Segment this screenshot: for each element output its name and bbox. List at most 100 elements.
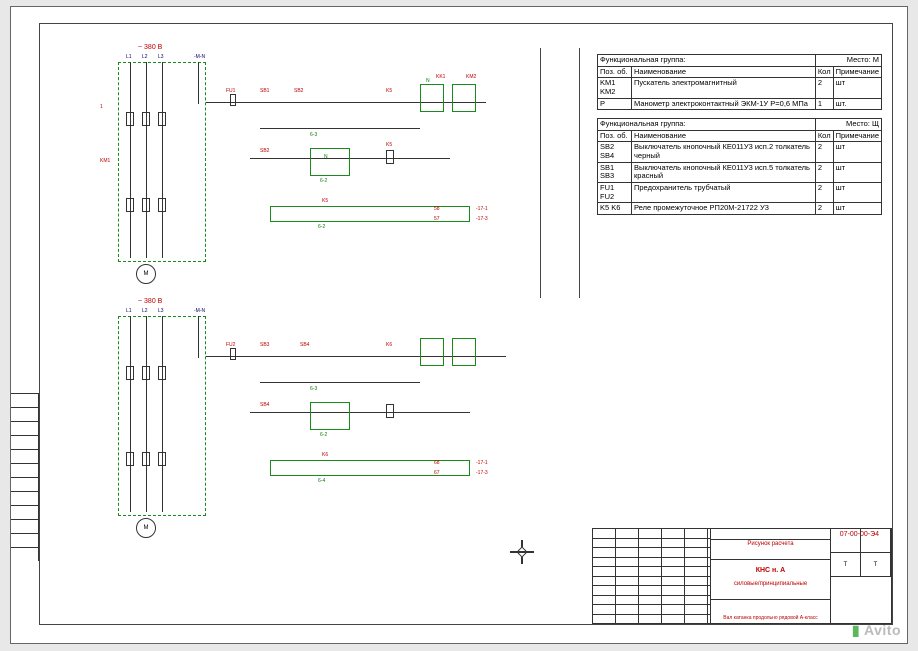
contactor-pole bbox=[158, 112, 166, 126]
title-line-2: КНС н. А bbox=[715, 567, 826, 574]
sheet-label: Т bbox=[861, 553, 891, 576]
sheet-label: Т bbox=[831, 553, 861, 576]
col-pos: Поз. об. bbox=[598, 130, 632, 142]
ref-label: -17-3 bbox=[476, 216, 488, 222]
contactor-pole bbox=[142, 452, 150, 466]
cell-note: шт bbox=[833, 142, 881, 162]
ref-label: N bbox=[426, 78, 430, 84]
ref-label: K6 bbox=[322, 452, 328, 458]
cell-qty: 2 bbox=[815, 203, 833, 215]
phase-line bbox=[146, 62, 147, 258]
voltage-label: ~ 380 В bbox=[138, 44, 162, 51]
cell-qty: 2 bbox=[815, 78, 833, 98]
compass-icon bbox=[510, 540, 534, 564]
phase-line bbox=[162, 316, 163, 512]
title-block-center: Рисунок расчета КНС н. А силовые/принцип… bbox=[711, 529, 831, 623]
cell-note: шт bbox=[833, 78, 881, 98]
ref-label: SB3 bbox=[260, 342, 269, 348]
ref-label: 6-4 bbox=[318, 478, 325, 484]
col-qty: Кол bbox=[815, 66, 833, 78]
spec-table-2: Функциональная группа: Место: Щ Поз. об.… bbox=[597, 118, 882, 215]
col-qty: Кол bbox=[815, 130, 833, 142]
cell-name: Манометр электроконтактный ЭКМ-1У Р=0,6 … bbox=[632, 98, 816, 110]
col-note: Примечание bbox=[833, 66, 881, 78]
ref-label: N bbox=[324, 154, 328, 160]
control-wire bbox=[260, 128, 420, 129]
ref-label: K5 bbox=[386, 142, 392, 148]
title-line-3: силовые/принципиальные bbox=[715, 581, 826, 587]
schematic-bottom: ~ 380 В L1 L2 L3 -M-N M FU2 SB3 SB4 K6 bbox=[90, 302, 530, 542]
contactor-pole bbox=[126, 366, 134, 380]
neutral-line bbox=[198, 316, 199, 358]
cell-name: Выключатель кнопочный КЕ011У3 исп.2 толк… bbox=[632, 142, 816, 162]
phase-l1: L1 bbox=[126, 308, 132, 314]
cell-pos: SB2 SB4 bbox=[598, 142, 632, 162]
ref-label: 57 bbox=[434, 216, 440, 222]
phase-l1: L1 bbox=[126, 54, 132, 60]
contactor-pole bbox=[142, 198, 150, 212]
spec-tables: Функциональная группа: Место: М Поз. об.… bbox=[597, 54, 882, 223]
contactor-pole bbox=[126, 112, 134, 126]
phase-l2: L2 bbox=[142, 54, 148, 60]
drawing-sheet: ~ 380 В L1 L2 L3 -M-N 1 KM1 M FU1 bbox=[10, 6, 908, 644]
cell-name: Предохранитель трубчатый bbox=[632, 182, 816, 202]
terminal-strip bbox=[270, 206, 470, 222]
contactor-pole bbox=[126, 452, 134, 466]
terminal-strip bbox=[270, 460, 470, 476]
col-name: Наименование bbox=[632, 130, 816, 142]
motor-symbol: M bbox=[136, 518, 156, 538]
ref-label: SB4 bbox=[300, 342, 309, 348]
ref-label: KK1 bbox=[436, 74, 445, 80]
table-row: SB2 SB4Выключатель кнопочный КЕ011У3 исп… bbox=[598, 142, 882, 162]
relay-box bbox=[310, 402, 350, 430]
ref-label: 6-2 bbox=[320, 432, 327, 438]
cell-name: Реле промежуточное РП20М-21722 У3 bbox=[632, 203, 816, 215]
cell-note: шт bbox=[833, 162, 881, 182]
relay-box bbox=[310, 148, 350, 176]
center-divider bbox=[540, 48, 580, 298]
cell-pos: SB1 SB3 bbox=[598, 162, 632, 182]
table-group-header: Функциональная группа: bbox=[598, 55, 816, 67]
title-line-1: Рисунок расчета bbox=[715, 541, 826, 547]
ref-label: -17-3 bbox=[476, 470, 488, 476]
cell-note: шт. bbox=[833, 98, 881, 110]
spec-table-1: Функциональная группа: Место: М Поз. об.… bbox=[597, 54, 882, 110]
ref-label: SB2 bbox=[294, 88, 303, 94]
relay-box bbox=[452, 338, 476, 366]
control-wire bbox=[250, 158, 450, 159]
relay-box bbox=[420, 338, 444, 366]
voltage-label: ~ 380 В bbox=[138, 298, 162, 305]
table-row: K5 K6Реле промежуточное РП20М-21722 У32ш… bbox=[598, 203, 882, 215]
ref-label: KM2 bbox=[466, 74, 476, 80]
control-wire bbox=[260, 382, 420, 383]
col-name: Наименование bbox=[632, 66, 816, 78]
ref-label: -17-1 bbox=[476, 460, 488, 466]
contactor-pole bbox=[158, 366, 166, 380]
schematic-top: ~ 380 В L1 L2 L3 -M-N 1 KM1 M FU1 bbox=[90, 48, 530, 288]
table-place-header: Место: М bbox=[815, 55, 881, 67]
cell-note: шт bbox=[833, 203, 881, 215]
ref-label: K5 bbox=[386, 88, 392, 94]
col-note: Примечание bbox=[833, 130, 881, 142]
phase-line bbox=[130, 316, 131, 512]
cell-pos: FU1 FU2 bbox=[598, 182, 632, 202]
cell-pos: K5 K6 bbox=[598, 203, 632, 215]
ref-label: 6-2 bbox=[318, 224, 325, 230]
title-footer: Вал катанка продольно рядовой А-класс bbox=[715, 615, 826, 621]
title-block-sheets: Т Т bbox=[831, 529, 891, 623]
control-wire bbox=[250, 412, 470, 413]
table-row: SB1 SB3Выключатель кнопочный КЕ011У3 исп… bbox=[598, 162, 882, 182]
neutral-label: -M-N bbox=[194, 308, 205, 314]
coil-symbol bbox=[386, 150, 394, 164]
ref-label: 6-3 bbox=[310, 132, 317, 138]
ref-label: 6-3 bbox=[310, 386, 317, 392]
ref-label: 1 bbox=[100, 104, 103, 110]
binding-margin bbox=[11, 393, 39, 643]
ref-label: 68 bbox=[434, 460, 440, 466]
phase-l3: L3 bbox=[158, 308, 164, 314]
ref-label: 6-2 bbox=[320, 178, 327, 184]
table-row: PМанометр электроконтактный ЭКМ-1У Р=0,6… bbox=[598, 98, 882, 110]
watermark: ▮ Avito bbox=[852, 622, 901, 639]
ref-label: FU1 bbox=[226, 88, 235, 94]
table-row: KM1 KM2Пускатель электромагнитный2шт bbox=[598, 78, 882, 98]
